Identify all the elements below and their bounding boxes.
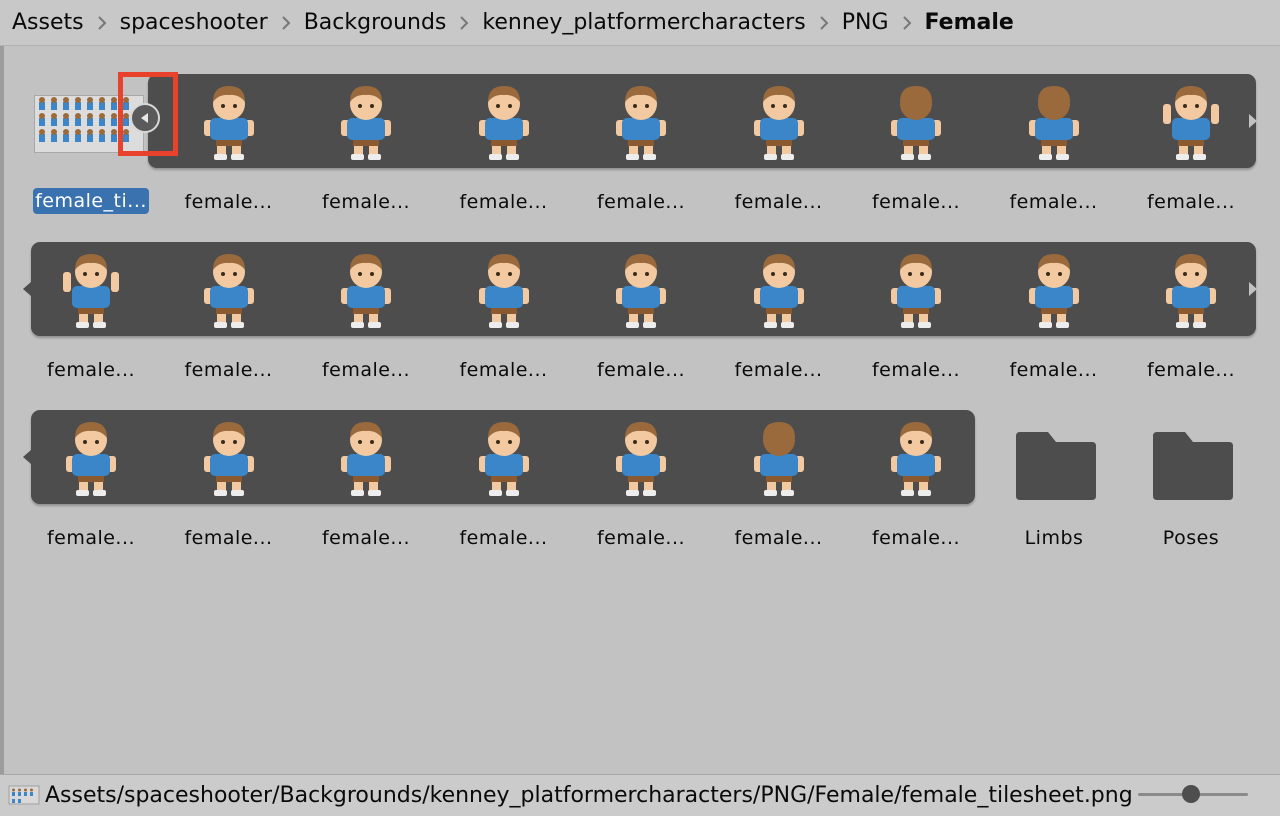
character-sprite-thumbnail: [882, 250, 950, 334]
asset-label: female...: [1009, 359, 1098, 381]
folder-icon: [1153, 432, 1233, 500]
status-bar: Assets/spaceshooter/Backgrounds/kenney_p…: [0, 774, 1280, 816]
asset-label: female...: [871, 191, 961, 213]
asset-label: female...: [734, 359, 823, 381]
asset-label: female...: [184, 191, 273, 213]
character-sprite-thumbnail: [195, 418, 263, 502]
asset-label: female...: [596, 191, 686, 213]
asset-label: female_ti...: [33, 188, 149, 214]
asset-label: Poses: [1162, 527, 1220, 549]
character-sprite-thumbnail: [745, 418, 813, 502]
asset-label: female...: [1146, 359, 1236, 381]
asset-label: female...: [871, 359, 961, 381]
character-sprite-thumbnail: [1020, 250, 1088, 334]
collapse-arrow-button[interactable]: [130, 103, 160, 133]
asset-label: female...: [459, 191, 548, 213]
breadcrumb-png[interactable]: PNG: [842, 10, 889, 35]
asset-label: Limbs: [1024, 527, 1084, 549]
asset-label: female...: [1146, 191, 1236, 213]
asset-label: female...: [1009, 191, 1098, 213]
asset-label: female...: [871, 527, 961, 549]
strip-continue-notch: [1249, 282, 1257, 296]
asset-label: female...: [321, 359, 411, 381]
asset-label: female...: [734, 527, 823, 549]
image-file-icon: [8, 785, 40, 805]
chevron-right-icon: [902, 15, 912, 31]
strip-continue-notch: [23, 450, 31, 464]
character-sprite-thumbnail: [470, 418, 538, 502]
character-sprite-thumbnail: [607, 418, 675, 502]
character-sprite-thumbnail: [57, 418, 125, 502]
chevron-right-icon: [459, 15, 469, 31]
character-sprite-thumbnail: [607, 250, 675, 334]
character-sprite-thumbnail: [195, 82, 263, 166]
character-sprite-thumbnail: [195, 250, 263, 334]
asset-label: female...: [321, 527, 411, 549]
selected-asset-path: Assets/spaceshooter/Backgrounds/kenney_p…: [45, 783, 1131, 808]
character-sprite-thumbnail: [1157, 250, 1225, 334]
breadcrumb-kenney-platformercharacters[interactable]: kenney_platformercharacters: [482, 10, 805, 35]
breadcrumb-backgrounds[interactable]: Backgrounds: [304, 10, 447, 35]
character-sprite-thumbnail: [57, 250, 125, 334]
panel-left-edge: [0, 46, 4, 774]
character-sprite-thumbnail: [332, 82, 400, 166]
character-sprite-thumbnail: [332, 418, 400, 502]
character-sprite-thumbnail: [607, 82, 675, 166]
character-sprite-thumbnail: [470, 250, 538, 334]
chevron-right-icon: [281, 15, 291, 31]
asset-label: female...: [321, 191, 411, 213]
asset-label: female...: [184, 359, 273, 381]
zoom-slider[interactable]: [1138, 785, 1248, 803]
character-sprite-thumbnail: [1157, 82, 1225, 166]
asset-label: female...: [184, 527, 273, 549]
character-sprite-thumbnail: [745, 82, 813, 166]
arrow-left-icon: [141, 113, 148, 123]
asset-label: female...: [596, 527, 686, 549]
character-sprite-thumbnail: [332, 250, 400, 334]
asset-label: female...: [734, 191, 823, 213]
strip-continue-notch: [1249, 114, 1257, 128]
asset-label: female...: [459, 527, 548, 549]
chevron-right-icon: [97, 15, 107, 31]
strip-continue-notch: [23, 282, 31, 296]
breadcrumb-assets[interactable]: Assets: [12, 10, 84, 35]
breadcrumb-current[interactable]: Female: [925, 10, 1014, 35]
character-sprite-thumbnail: [1020, 82, 1088, 166]
character-sprite-thumbnail: [745, 250, 813, 334]
character-sprite-thumbnail: [882, 418, 950, 502]
character-sprite-thumbnail: [882, 82, 950, 166]
asset-label: female...: [46, 359, 136, 381]
folder-icon: [1016, 432, 1096, 500]
character-sprite-thumbnail: [470, 82, 538, 166]
tilesheet-thumbnail[interactable]: [34, 95, 144, 153]
asset-label: female...: [459, 359, 548, 381]
breadcrumb: Assets spaceshooter Backgrounds kenney_p…: [0, 0, 1280, 46]
breadcrumb-spaceshooter[interactable]: spaceshooter: [120, 10, 268, 35]
asset-label: female...: [596, 359, 686, 381]
zoom-slider-handle[interactable]: [1181, 785, 1200, 803]
chevron-right-icon: [819, 15, 829, 31]
asset-label: female...: [46, 527, 136, 549]
sprite-strip: [148, 74, 1256, 168]
